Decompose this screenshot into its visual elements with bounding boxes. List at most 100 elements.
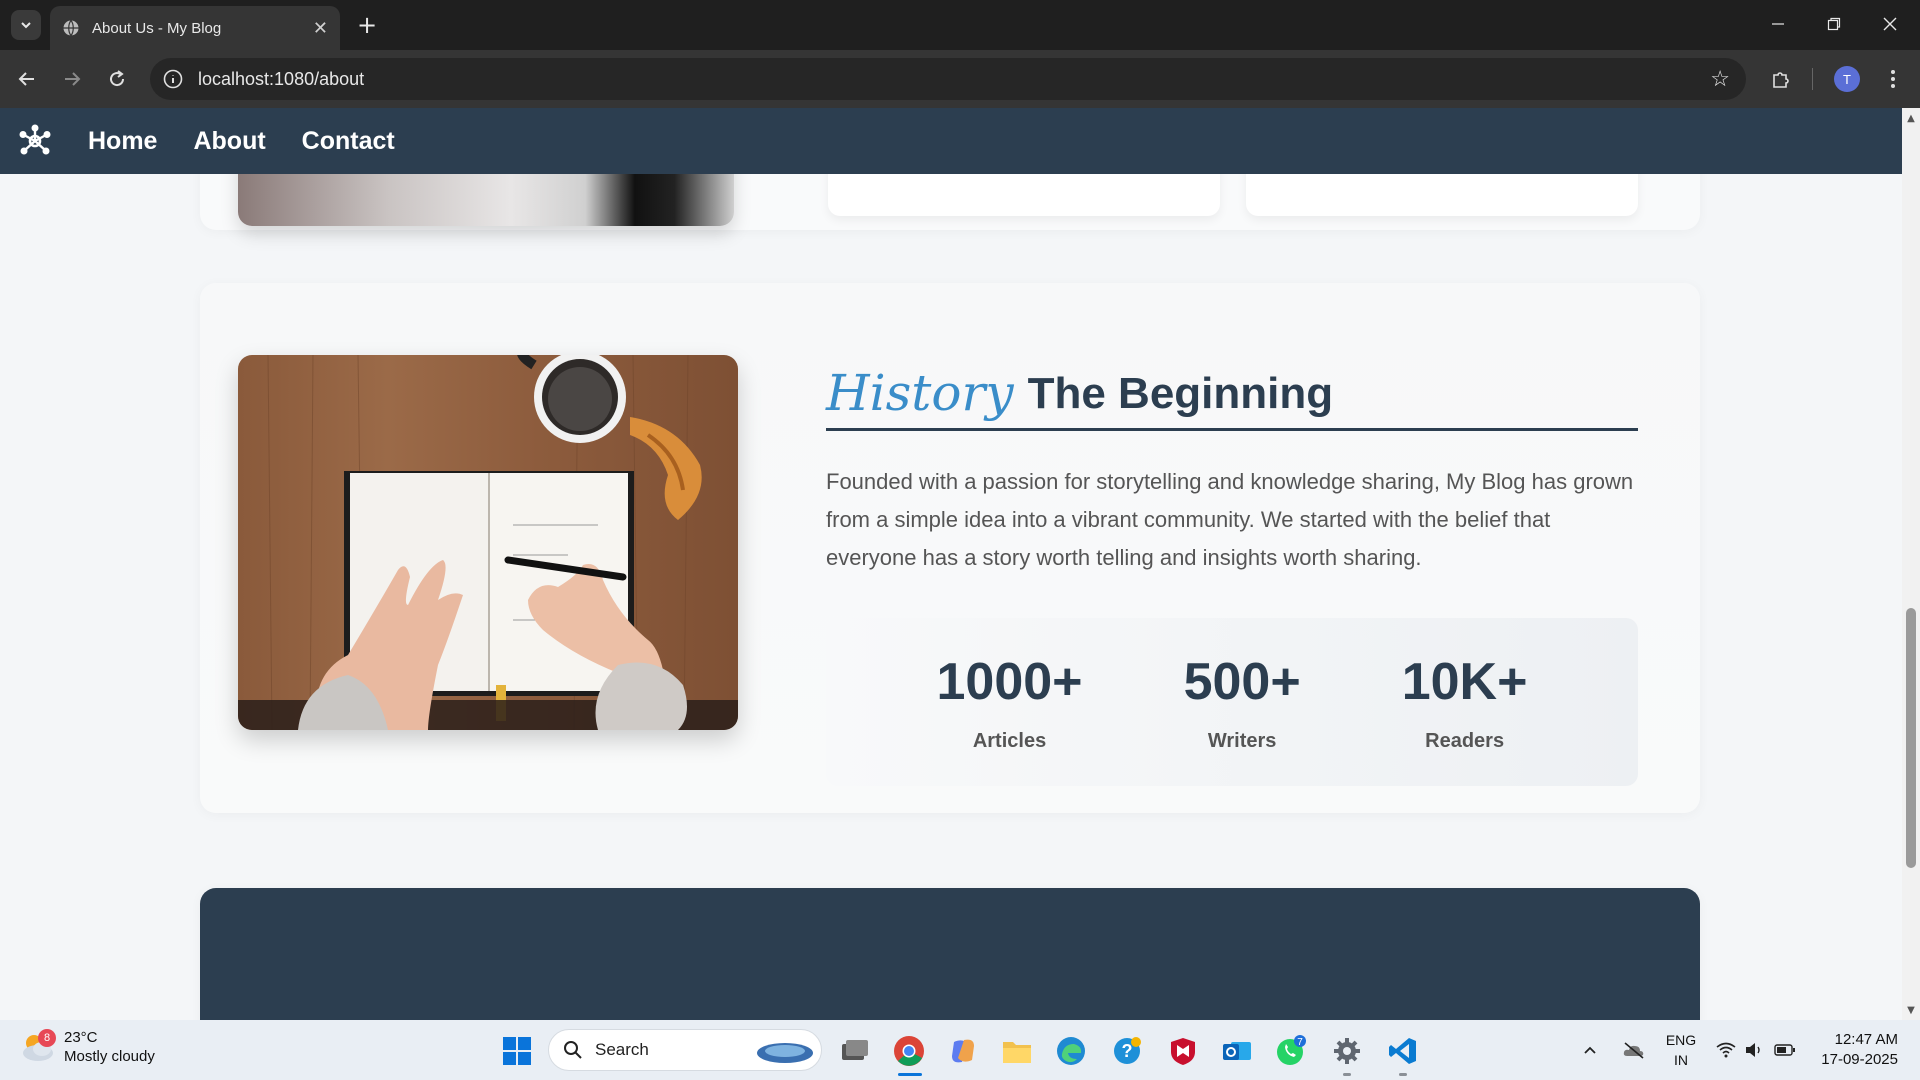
chevron-down-icon	[21, 22, 31, 29]
stat-writers: 500+ Writers	[1184, 618, 1301, 786]
reload-button[interactable]	[100, 62, 134, 96]
help-icon: ?	[1114, 1037, 1141, 1064]
running-app-indicator	[1343, 1073, 1351, 1076]
taskbar-outlook[interactable]	[1218, 1032, 1256, 1070]
outlook-icon	[1223, 1042, 1251, 1060]
forward-button[interactable]	[55, 62, 89, 96]
tab-search-button[interactable]	[11, 10, 41, 40]
network-logo-icon[interactable]	[17, 123, 53, 159]
page-scrollbar[interactable]: ▲ ▼	[1902, 108, 1920, 1020]
svg-text:?: ?	[1122, 1041, 1133, 1061]
lang-line2: IN	[1674, 1052, 1688, 1068]
site-navbar: Home About Contact	[0, 108, 1902, 174]
taskbar-whatsapp[interactable]: 7	[1272, 1032, 1310, 1070]
toolbar-separator	[1812, 68, 1813, 90]
close-window-button[interactable]	[1862, 0, 1918, 48]
puzzle-icon	[1773, 72, 1789, 88]
stat-value: 10K+	[1401, 652, 1528, 711]
active-tab[interactable]: About Us - My Blog ✕	[50, 6, 340, 50]
search-label: Search	[595, 1040, 649, 1059]
history-photo	[238, 355, 738, 730]
stat-label: Articles	[972, 729, 1047, 752]
battery-icon	[1774, 1044, 1795, 1056]
taskbar-clock[interactable]: 12:47 AM 17-09-2025	[1818, 1030, 1898, 1070]
extensions-button[interactable]	[1766, 64, 1796, 94]
taskbar-help[interactable]: ?	[1108, 1032, 1146, 1070]
globe-icon	[63, 20, 79, 36]
start-button[interactable]	[498, 1032, 536, 1070]
taskbar-chrome[interactable]	[890, 1032, 928, 1070]
windows-taskbar: 8 23°C Mostly cloudy Search ? 7 ENG IN 1…	[0, 1020, 1920, 1080]
site-info-icon[interactable]	[162, 68, 184, 90]
browser-tab-strip: About Us - My Blog ✕ +	[0, 0, 1920, 50]
search-icon	[564, 1041, 582, 1059]
nav-link-about[interactable]: About	[193, 127, 265, 156]
next-section-dark-card	[200, 888, 1700, 1020]
stat-label: Writers	[1207, 729, 1277, 752]
reload-icon	[110, 70, 125, 87]
scroll-down-icon[interactable]: ▼	[1905, 1004, 1917, 1016]
vscode-icon	[1389, 1038, 1416, 1064]
url-text: localhost:1080/about	[198, 68, 365, 89]
taskbar-settings[interactable]	[1328, 1032, 1366, 1070]
taskbar-vscode[interactable]	[1384, 1032, 1422, 1070]
taskbar-search[interactable]: Search	[548, 1029, 822, 1071]
speaker-icon	[1746, 1043, 1760, 1057]
kebab-menu-icon	[1891, 70, 1895, 88]
taskbar-file-explorer[interactable]	[998, 1032, 1036, 1070]
scrollbar-thumb[interactable]	[1906, 608, 1916, 868]
task-view-button[interactable]	[836, 1032, 874, 1070]
task-view-icon	[842, 1040, 868, 1060]
taskbar-copilot[interactable]	[944, 1032, 982, 1070]
tray-overflow-button[interactable]	[1582, 1020, 1598, 1080]
restore-button[interactable]	[1806, 0, 1862, 48]
battery-status[interactable]	[1774, 1020, 1796, 1080]
volume-status[interactable]	[1744, 1020, 1764, 1080]
clock-time: 12:47 AM	[1834, 1031, 1898, 1048]
folder-icon	[1003, 1042, 1031, 1063]
arrow-right-icon	[65, 72, 81, 86]
browser-menu-button[interactable]	[1878, 64, 1908, 94]
address-bar[interactable]: localhost:1080/about ☆	[150, 58, 1746, 100]
language-indicator[interactable]: ENG IN	[1664, 1030, 1698, 1070]
history-heading: History The Beginning	[826, 365, 1638, 431]
chevron-up-icon	[1584, 1046, 1596, 1054]
whatsapp-icon: 7	[1277, 1035, 1306, 1065]
history-paragraph: Founded with a passion for storytelling …	[826, 469, 1634, 570]
arrow-left-icon	[18, 72, 34, 86]
close-icon	[1883, 17, 1897, 31]
nav-link-home[interactable]: Home	[88, 127, 157, 156]
cloud-icon: 8	[20, 1029, 56, 1063]
whatsapp-badge: 7	[1297, 1037, 1303, 1048]
new-tab-button[interactable]: +	[352, 10, 382, 40]
tab-close-icon[interactable]: ✕	[313, 18, 328, 39]
stats-panel: 1000+ Articles 500+ Writers 10K+ Readers	[826, 618, 1638, 786]
copilot-icon	[952, 1039, 974, 1063]
page-viewport: Home About Contact History The Beginning…	[0, 108, 1902, 1020]
restore-icon	[1827, 17, 1841, 31]
profile-avatar[interactable]: T	[1834, 66, 1860, 92]
edge-icon	[1057, 1037, 1085, 1065]
wifi-icon	[1716, 1042, 1736, 1058]
weather-badge: 8	[38, 1029, 56, 1047]
clock-date: 17-09-2025	[1821, 1051, 1898, 1068]
running-app-indicator	[1399, 1073, 1407, 1076]
history-script-word: History	[826, 364, 1014, 422]
network-status[interactable]	[1716, 1020, 1736, 1080]
onedrive-status[interactable]	[1622, 1020, 1646, 1080]
taskbar-edge[interactable]	[1052, 1032, 1090, 1070]
minimize-icon	[1772, 23, 1784, 25]
taskbar-mcafee[interactable]	[1164, 1032, 1202, 1070]
nav-link-contact[interactable]: Contact	[302, 127, 395, 156]
scroll-up-icon[interactable]: ▲	[1905, 112, 1917, 124]
weather-desc: Mostly cloudy	[64, 1048, 155, 1065]
bookmark-star-icon[interactable]: ☆	[1710, 66, 1730, 92]
gear-icon	[1334, 1038, 1360, 1064]
stat-articles: 1000+ Articles	[937, 618, 1083, 786]
minimize-button[interactable]	[1750, 0, 1806, 48]
back-button[interactable]	[10, 62, 44, 96]
lang-line1: ENG	[1665, 1032, 1697, 1048]
active-app-indicator	[898, 1073, 922, 1076]
weather-widget[interactable]: 8 23°C Mostly cloudy	[20, 1028, 155, 1066]
notebook-writing-image	[238, 355, 738, 730]
